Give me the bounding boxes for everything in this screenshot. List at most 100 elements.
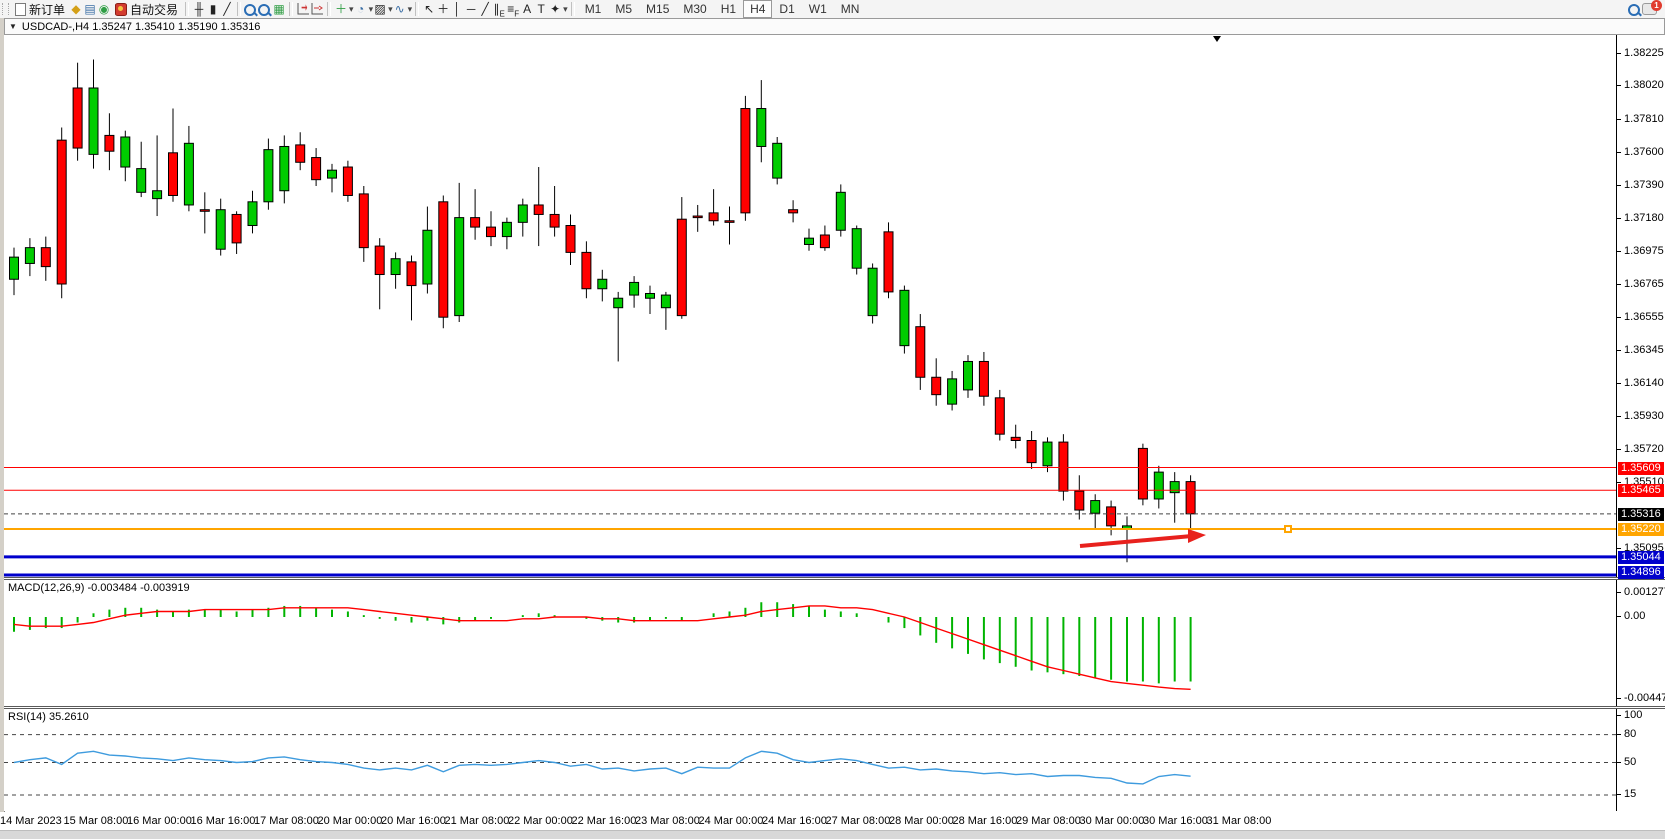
- fibonacci-icon[interactable]: ≡F: [506, 2, 520, 16]
- candle-body: [979, 361, 988, 396]
- timeframe-d1[interactable]: D1: [772, 0, 801, 18]
- time-label: 22 Mar 00:00: [508, 815, 573, 827]
- equidistant-channel-icon[interactable]: ∥E: [492, 2, 506, 16]
- macd-tick: 0.001277: [1617, 586, 1665, 598]
- new-order-label: 新订单: [29, 1, 65, 18]
- line-chart-icon[interactable]: ╱: [220, 2, 234, 16]
- candlestick-chart-icon[interactable]: ▮: [206, 2, 220, 16]
- candle-up: [153, 135, 162, 216]
- text-label-icon[interactable]: T: [534, 2, 548, 16]
- arrows-tool-icon[interactable]: ✦: [548, 2, 562, 16]
- candle-body: [423, 230, 432, 284]
- candle-up: [868, 263, 877, 323]
- candle-up: [280, 135, 289, 203]
- price-tick: 1.35720: [1617, 443, 1664, 455]
- timeframe-bar: M1M5M15M30H1H4D1W1MN: [578, 0, 867, 18]
- time-label: 29 Mar 08:00: [1016, 815, 1081, 827]
- price-tick: 1.36975: [1617, 245, 1664, 257]
- candlestick-chart[interactable]: [4, 35, 1616, 577]
- period-clock-icon[interactable]: ◔: [354, 2, 368, 16]
- trendline-icon[interactable]: ╱: [478, 2, 492, 16]
- candle-body: [598, 279, 607, 288]
- notifications-icon[interactable]: 1: [1642, 3, 1657, 15]
- time-label: 31 Mar 08:00: [1207, 815, 1272, 827]
- candle-body: [328, 170, 337, 178]
- macd-pane[interactable]: MACD(12,26,9) -0.003484 -0.003919 0.0012…: [4, 580, 1665, 706]
- candle-body: [487, 227, 496, 236]
- candle-body: [248, 202, 257, 226]
- candle-down: [884, 222, 893, 298]
- price-tick: 1.38225: [1617, 47, 1664, 59]
- scroll-to-end-icon[interactable]: [296, 2, 310, 16]
- new-object-icon[interactable]: ＋: [334, 2, 348, 16]
- candle-up: [391, 252, 400, 288]
- timeframe-m15[interactable]: M15: [639, 0, 676, 18]
- tile-windows-icon[interactable]: ▦: [272, 2, 286, 16]
- rsi-pane[interactable]: RSI(14) 35.2610 100805015: [4, 709, 1665, 811]
- macd-chart[interactable]: [4, 580, 1616, 706]
- chart-title: USDCAD-,H4 1.35247 1.35410 1.35190 1.353…: [22, 21, 261, 33]
- toolbar-grip[interactable]: [2, 3, 9, 15]
- new-order-button[interactable]: 新订单: [11, 1, 69, 17]
- candle-body: [805, 238, 814, 244]
- price-axis[interactable]: 1.382251.380201.378101.376001.373901.371…: [1616, 35, 1665, 577]
- chart-titlebar[interactable]: ▼ USDCAD-,H4 1.35247 1.35410 1.35190 1.3…: [4, 18, 1665, 35]
- vertical-line-icon[interactable]: │: [450, 2, 464, 16]
- template-icon[interactable]: ▨: [373, 2, 387, 16]
- time-label: 30 Mar 00:00: [1080, 815, 1145, 827]
- bar-chart-icon[interactable]: ╫: [192, 2, 206, 16]
- auto-scroll-icon[interactable]: [310, 2, 324, 16]
- timeframe-m1[interactable]: M1: [578, 0, 609, 18]
- candle-body: [518, 205, 527, 222]
- zoom-in-icon[interactable]: [244, 4, 256, 16]
- price-tag: 1.35044: [1618, 551, 1664, 564]
- autotrading-label: 自动交易: [130, 1, 178, 18]
- candle-down: [534, 167, 543, 246]
- crosshair-icon[interactable]: ＋: [436, 2, 450, 16]
- candle-up: [137, 142, 146, 197]
- autotrading-icon: [115, 3, 127, 16]
- candle-down: [1186, 475, 1195, 533]
- timeframe-w1[interactable]: W1: [802, 0, 834, 18]
- indicators-dropdown-icon[interactable]: ▾: [408, 4, 413, 15]
- candle-down: [1107, 501, 1116, 536]
- signals-icon[interactable]: ◉: [97, 2, 111, 16]
- rsi-label: RSI(14) 35.2610: [8, 711, 89, 723]
- candle-up: [1170, 472, 1179, 523]
- indicators-icon[interactable]: ∿: [393, 2, 407, 16]
- time-axis[interactable]: 14 Mar 202315 Mar 08:0016 Mar 00:0016 Ma…: [0, 812, 1665, 830]
- price-tag: 1.35465: [1618, 484, 1664, 497]
- timeframe-h4[interactable]: H4: [743, 0, 772, 18]
- horizontal-line-icon[interactable]: ─: [464, 2, 478, 16]
- profile-charts-icon[interactable]: ◆: [69, 2, 83, 16]
- time-label: 21 Mar 08:00: [445, 815, 510, 827]
- timeframe-m30[interactable]: M30: [676, 0, 713, 18]
- candle-up: [216, 199, 225, 256]
- candle-up: [1123, 516, 1132, 562]
- candle-down: [582, 241, 591, 298]
- toolbar-separator: [571, 2, 575, 16]
- zoom-out-icon[interactable]: [258, 4, 270, 16]
- candle-body: [725, 221, 734, 223]
- rsi-chart[interactable]: [4, 709, 1616, 811]
- timeframe-mn[interactable]: MN: [834, 0, 867, 18]
- candle-up: [948, 371, 957, 411]
- terminal-icon[interactable]: ▤: [83, 2, 97, 16]
- timeframe-h1[interactable]: H1: [714, 0, 743, 18]
- candle-body: [1091, 501, 1100, 514]
- autotrading-button[interactable]: 自动交易: [111, 1, 182, 17]
- candle-up: [964, 355, 973, 398]
- arrows-dropdown-icon[interactable]: ▾: [563, 4, 568, 15]
- chart-shift-marker[interactable]: [1213, 36, 1221, 42]
- main-chart-pane[interactable]: 1.382251.380201.378101.376001.373901.371…: [4, 35, 1665, 577]
- search-icon[interactable]: [1628, 4, 1640, 16]
- cursor-icon[interactable]: ↖: [422, 2, 436, 16]
- timeframe-m5[interactable]: M5: [608, 0, 639, 18]
- candle-down: [1011, 425, 1020, 449]
- candle-body: [137, 169, 146, 193]
- candle-body: [1107, 507, 1116, 526]
- time-label: 16 Mar 00:00: [127, 815, 192, 827]
- collapse-triangle-icon[interactable]: ▼: [9, 22, 17, 31]
- candle-body: [184, 143, 193, 205]
- text-tool-icon[interactable]: A: [520, 2, 534, 16]
